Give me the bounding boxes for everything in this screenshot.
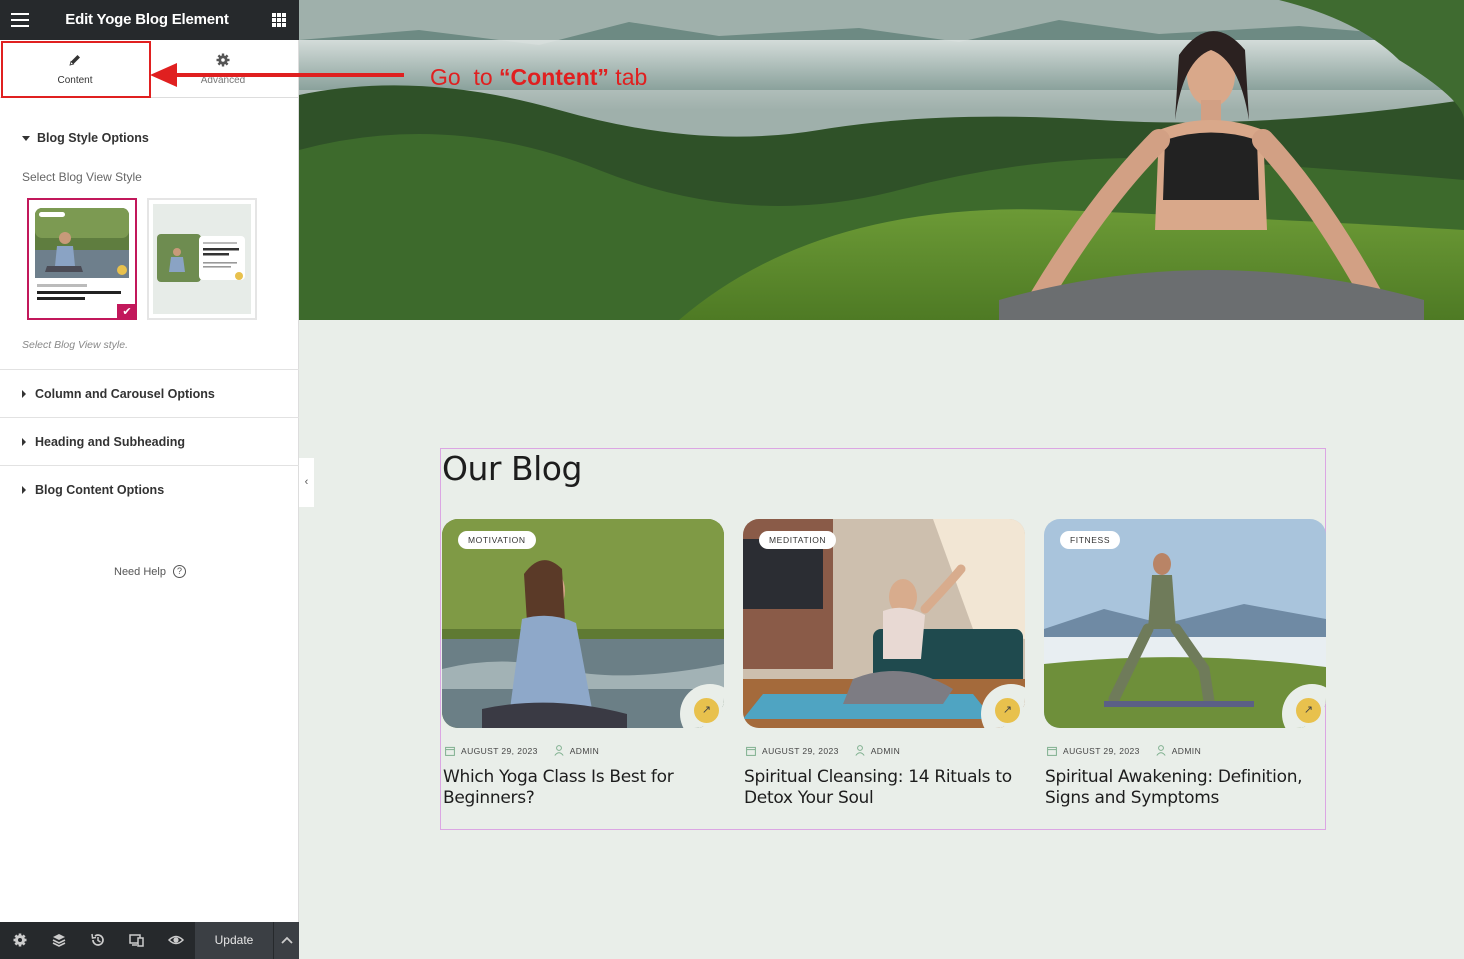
preview-eye-icon[interactable] — [167, 931, 185, 949]
blog-card[interactable]: FITNESS ↗ AUGUST 29, 2023 ADMIN Spiritua… — [1044, 519, 1326, 808]
need-help-label: Need Help — [114, 565, 166, 578]
blog-style-section: Blog Style Options Select Blog View Styl… — [0, 98, 299, 370]
menu-icon[interactable] — [11, 13, 29, 27]
post-author[interactable]: ADMIN — [570, 746, 599, 756]
post-thumbnail[interactable]: FITNESS — [1044, 519, 1326, 728]
style-preview-card — [153, 204, 251, 314]
category-badge[interactable]: FITNESS — [1060, 531, 1121, 549]
section-label: Column and Carousel Options — [35, 387, 215, 401]
blog-style-title: Blog Style Options — [37, 131, 149, 145]
post-title[interactable]: Spiritual Cleansing: 14 Rituals to Detox… — [744, 767, 1029, 809]
user-icon — [1156, 745, 1166, 756]
content-tab-highlight — [1, 41, 151, 98]
style-preview-card — [29, 200, 135, 318]
view-style-hint: Select Blog View style. — [22, 339, 129, 351]
blog-style-option-2[interactable] — [147, 198, 257, 320]
panel-header: Edit Yoge Blog Element — [0, 0, 299, 40]
user-icon — [554, 745, 564, 756]
caret-right-icon — [22, 438, 26, 446]
section-blog-content[interactable]: Blog Content Options — [0, 466, 299, 514]
collapse-panel-handle[interactable]: ‹ — [299, 458, 314, 507]
calendar-icon — [1047, 746, 1057, 756]
need-help-link[interactable]: Need Help ? — [114, 565, 186, 578]
post-thumbnail[interactable]: MEDITATION — [743, 519, 1025, 728]
post-image — [442, 519, 724, 728]
blog-style-toggle[interactable]: Blog Style Options — [22, 131, 149, 145]
panel-footer: Update — [0, 922, 299, 959]
post-meta: AUGUST 29, 2023 ADMIN — [445, 745, 599, 756]
panel-title: Edit Yoge Blog Element — [65, 11, 229, 28]
settings-icon[interactable] — [11, 931, 29, 949]
annotation-suffix: tab — [608, 64, 648, 90]
read-more-arrow-icon[interactable]: ↗ — [991, 694, 1024, 727]
responsive-icon[interactable] — [128, 931, 146, 949]
calendar-icon — [445, 746, 455, 756]
post-image — [1044, 519, 1326, 728]
category-badge[interactable]: MOTIVATION — [458, 531, 536, 549]
blog-heading: Our Blog — [442, 449, 582, 488]
chevron-up-icon[interactable] — [273, 922, 299, 959]
blog-widget[interactable]: Our Blog MOTIVATION ↗ AUGUST 29, 2023 AD… — [440, 448, 1326, 830]
question-icon: ? — [172, 565, 186, 578]
post-date: AUGUST 29, 2023 — [1063, 745, 1140, 756]
blog-style-option-1[interactable]: ✔ — [27, 198, 137, 320]
hero-banner — [299, 0, 1464, 320]
blog-card[interactable]: MOTIVATION ↗ AUGUST 29, 2023 ADMIN Which… — [442, 519, 724, 808]
caret-right-icon — [22, 486, 26, 494]
history-icon[interactable] — [89, 931, 107, 949]
view-style-label: Select Blog View Style — [22, 170, 142, 184]
widgets-grid-icon[interactable] — [272, 13, 286, 27]
category-badge[interactable]: MEDITATION — [759, 531, 837, 549]
editor-panel: Edit Yoge Blog Element Content Advanced — [0, 0, 299, 959]
post-date: AUGUST 29, 2023 — [762, 745, 839, 756]
post-author[interactable]: ADMIN — [1172, 746, 1201, 756]
annotation-prefix: Go to — [430, 64, 500, 90]
post-author[interactable]: ADMIN — [871, 746, 900, 756]
post-title[interactable]: Spiritual Awakening: Definition, Signs a… — [1045, 767, 1330, 809]
read-more-arrow-icon[interactable]: ↗ — [1292, 694, 1325, 727]
annotation-emphasis: “Content” — [499, 64, 609, 90]
read-more-arrow-icon[interactable]: ↗ — [690, 694, 723, 727]
section-column-carousel[interactable]: Column and Carousel Options — [0, 370, 299, 418]
section-label: Heading and Subheading — [35, 435, 186, 449]
layers-icon[interactable] — [50, 931, 68, 949]
hero-image — [299, 0, 1464, 320]
section-heading-subheading[interactable]: Heading and Subheading — [0, 418, 299, 466]
post-meta: AUGUST 29, 2023 ADMIN — [746, 745, 900, 756]
user-icon — [855, 745, 865, 756]
caret-down-icon — [22, 135, 30, 141]
post-thumbnail[interactable]: MOTIVATION — [442, 519, 724, 728]
gear-icon — [216, 53, 230, 67]
arrow-left-icon — [150, 63, 177, 87]
post-meta: AUGUST 29, 2023 ADMIN — [1047, 745, 1201, 756]
section-label: Blog Content Options — [35, 483, 165, 497]
post-date: AUGUST 29, 2023 — [461, 745, 538, 756]
blog-card[interactable]: MEDITATION ↗ AUGUST 29, 2023 ADMIN Spiri… — [743, 519, 1025, 808]
post-title[interactable]: Which Yoga Class Is Best for Beginners? — [443, 767, 728, 809]
calendar-icon — [746, 746, 756, 756]
update-button[interactable]: Update — [195, 922, 273, 959]
caret-right-icon — [22, 390, 26, 398]
post-image — [743, 519, 1025, 728]
selected-check-icon: ✔ — [117, 304, 137, 320]
annotation-text: Go to “Content” tab — [430, 64, 647, 91]
annotation-arrow — [175, 73, 404, 77]
